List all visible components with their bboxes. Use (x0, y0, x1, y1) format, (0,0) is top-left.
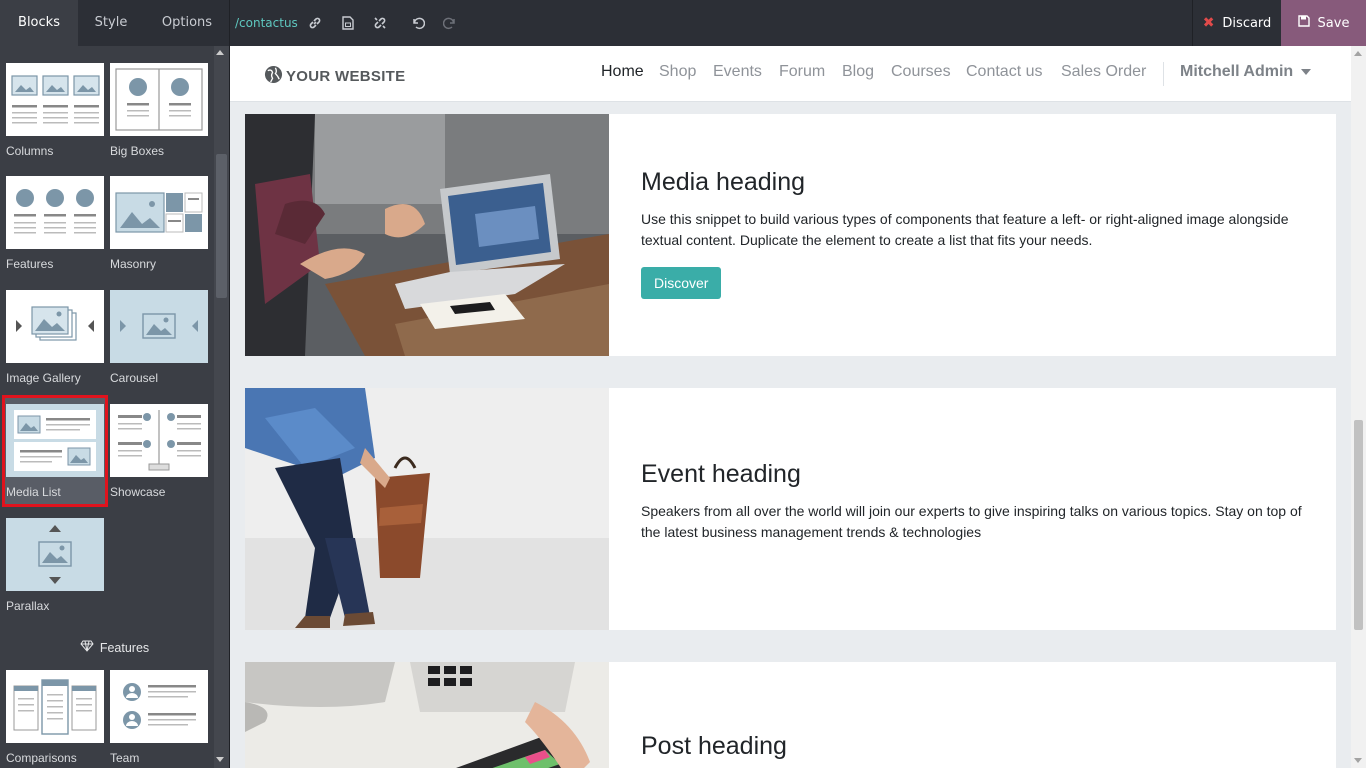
media-body: Event heading Speakers from all over the… (641, 460, 1311, 543)
parallax-thumbnail (6, 518, 104, 591)
scroll-down-arrow-icon[interactable] (1354, 758, 1362, 763)
block-team[interactable]: Team (110, 670, 208, 765)
scroll-up-arrow-icon[interactable] (1354, 51, 1362, 56)
page-url: /contactus (235, 16, 298, 30)
nav-home[interactable]: Home (601, 63, 644, 81)
media-image[interactable] (245, 662, 609, 768)
big-boxes-thumbnail (110, 63, 208, 136)
block-label: Masonry (110, 257, 157, 271)
block-features[interactable]: Features (6, 176, 104, 271)
diamond-icon (80, 640, 94, 655)
media-image[interactable] (245, 114, 609, 356)
block-label: Carousel (110, 371, 159, 385)
features-section-title: Features (0, 640, 229, 655)
masonry-thumbnail (110, 176, 208, 249)
website-preview: YOUR WEBSITE Home Shop Events Forum Blog… (230, 46, 1351, 768)
nav-contact-us[interactable]: Contact us (966, 63, 1042, 81)
globe-icon (264, 65, 283, 88)
block-label: Team (110, 751, 140, 765)
discard-button[interactable]: ✖ Discard (1192, 0, 1281, 46)
block-image-gallery[interactable]: Image Gallery (6, 290, 104, 385)
user-menu[interactable]: Mitchell Admin (1180, 63, 1312, 81)
block-label: Features (6, 257, 54, 271)
block-label: Parallax (6, 599, 50, 613)
tab-blocks[interactable]: Blocks (0, 0, 78, 46)
discover-button[interactable]: Discover (641, 267, 722, 299)
image-gallery-thumbnail (6, 290, 104, 363)
tab-style[interactable]: Style (78, 0, 144, 46)
scroll-up-arrow-icon[interactable] (216, 50, 224, 55)
scroll-down-arrow-icon[interactable] (216, 757, 224, 762)
media-image[interactable] (245, 388, 609, 630)
save-button[interactable]: Save (1281, 0, 1366, 46)
save-label: Save (1317, 15, 1350, 31)
section-title-label: Features (99, 640, 150, 655)
block-label: Comparisons (6, 751, 77, 765)
floppy-icon (1297, 15, 1310, 31)
block-label: Big Boxes (110, 144, 165, 158)
media-list-thumbnail (6, 404, 104, 477)
block-columns[interactable]: Columns (6, 63, 104, 158)
media-item: Event heading Speakers from all over the… (245, 388, 1336, 630)
site-logo[interactable]: YOUR WEBSITE (264, 65, 405, 88)
nav-forum[interactable]: Forum (779, 63, 825, 81)
nav-events[interactable]: Events (713, 63, 762, 81)
block-showcase[interactable]: Showcase (110, 404, 208, 499)
media-heading[interactable]: Media heading (641, 168, 1311, 197)
editor-topbar: Blocks Style Options /contactus ✖ Discar… (0, 0, 1366, 46)
nav-blog[interactable]: Blog (842, 63, 874, 81)
page-scrollbar[interactable] (1351, 46, 1366, 768)
document-icon[interactable] (339, 13, 357, 33)
logo-text: YOUR WEBSITE (286, 68, 406, 85)
block-media-list[interactable]: Media List (6, 404, 104, 499)
link-icon[interactable] (306, 13, 324, 33)
close-icon: ✖ (1202, 15, 1215, 31)
media-text[interactable]: Speakers from all over the world will jo… (641, 501, 1311, 543)
block-comparisons[interactable]: Comparisons (6, 670, 104, 765)
media-item: Post heading (245, 662, 1336, 768)
site-header: YOUR WEBSITE Home Shop Events Forum Blog… (230, 46, 1351, 102)
block-carousel[interactable]: Carousel (110, 290, 208, 385)
undo-icon[interactable] (409, 13, 427, 33)
columns-thumbnail (6, 63, 104, 136)
unlink-icon[interactable] (371, 13, 389, 33)
nav-shop[interactable]: Shop (659, 63, 696, 81)
comparisons-thumbnail (6, 670, 104, 743)
carousel-thumbnail (110, 290, 208, 363)
panel-scrollbar-thumb[interactable] (216, 154, 227, 298)
page-scrollbar-thumb[interactable] (1354, 420, 1363, 630)
discard-label: Discard (1222, 15, 1272, 31)
showcase-thumbnail (110, 404, 208, 477)
block-label: Media List (6, 485, 61, 499)
tab-options[interactable]: Options (150, 0, 224, 46)
redo-icon[interactable] (441, 13, 459, 33)
user-name: Mitchell Admin (1180, 63, 1294, 80)
nav-sales-order[interactable]: Sales Order (1061, 63, 1146, 81)
blocks-panel: Columns Big Boxes Features Masonry Image… (0, 46, 229, 768)
media-heading[interactable]: Event heading (641, 460, 1311, 489)
media-body: Media heading Use this snippet to build … (641, 168, 1311, 299)
media-body: Post heading (641, 732, 1311, 761)
media-item: Media heading Use this snippet to build … (245, 114, 1336, 356)
caret-down-icon (1301, 69, 1312, 75)
block-parallax[interactable]: Parallax (6, 518, 104, 613)
block-label: Columns (6, 144, 54, 158)
block-label: Showcase (110, 485, 166, 499)
nav-courses[interactable]: Courses (891, 63, 951, 81)
divider (1163, 62, 1164, 86)
block-big-boxes[interactable]: Big Boxes (110, 63, 208, 158)
media-heading[interactable]: Post heading (641, 732, 1311, 761)
media-text[interactable]: Use this snippet to build various types … (641, 209, 1311, 251)
team-thumbnail (110, 670, 208, 743)
block-label: Image Gallery (6, 371, 81, 385)
divider (229, 0, 230, 46)
features-thumbnail (6, 176, 104, 249)
block-masonry[interactable]: Masonry (110, 176, 208, 271)
